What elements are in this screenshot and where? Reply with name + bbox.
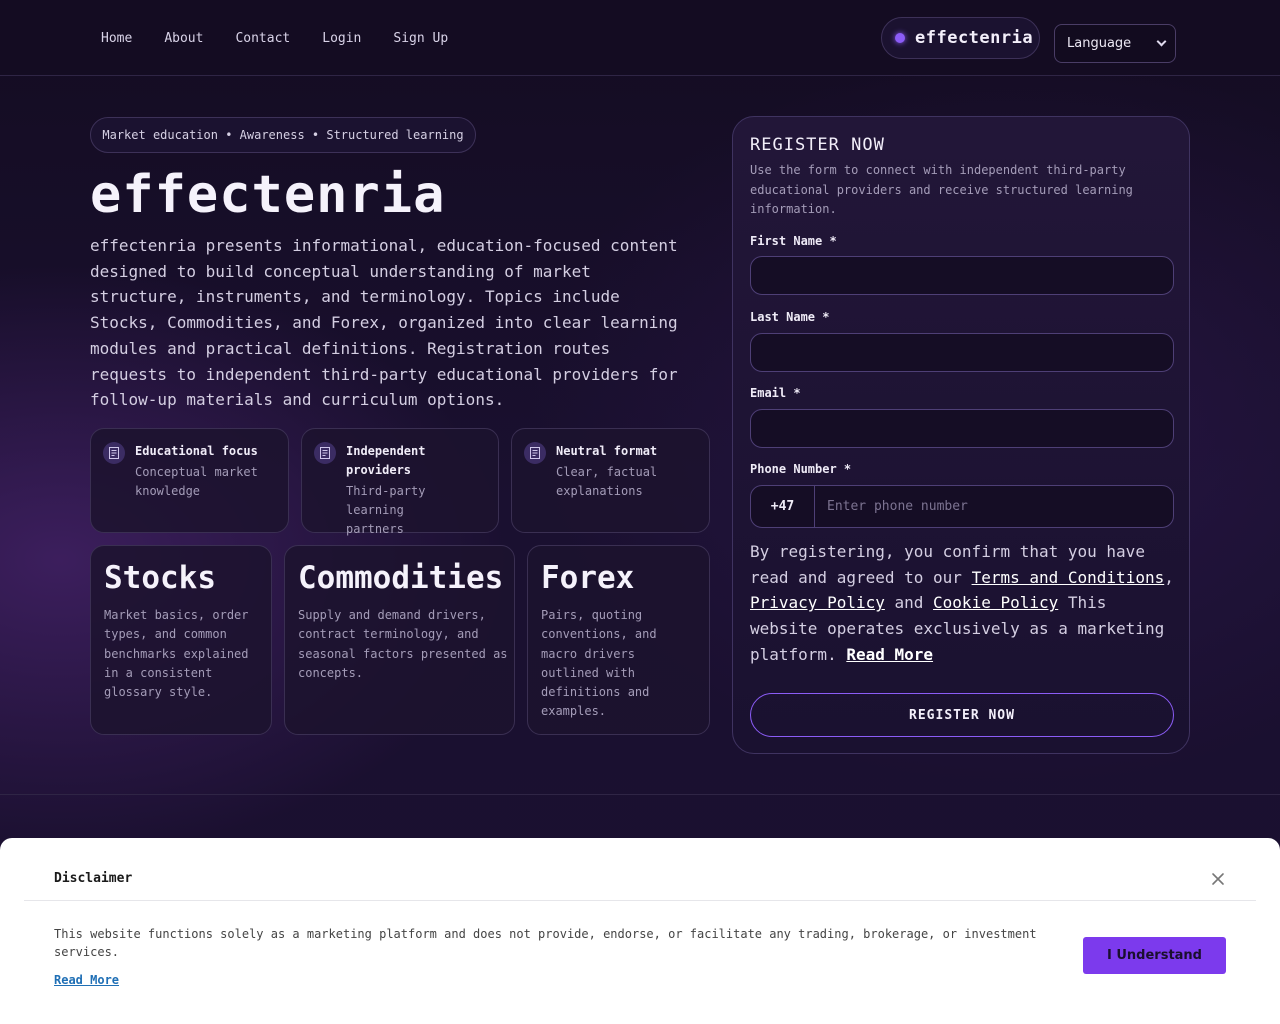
topic-card-commodities: Commodities Supply and demand drivers, c… xyxy=(284,545,515,735)
topic-description: Pairs, quoting conventions, and macro dr… xyxy=(541,608,657,719)
disclaimer-title: Disclaimer xyxy=(54,871,133,886)
register-title: REGISTER NOW xyxy=(750,135,885,155)
brand-dot-icon xyxy=(895,33,905,43)
read-more-link[interactable]: Read More xyxy=(846,645,933,664)
last-name-label: Last Name * xyxy=(750,310,830,324)
privacy-link[interactable]: Privacy Policy xyxy=(750,593,885,612)
consent-and: and xyxy=(884,593,934,613)
register-form-card: REGISTER NOW Use the form to connect wit… xyxy=(732,116,1190,754)
feature-title: Neutral format xyxy=(556,444,658,458)
phone-country-code[interactable]: +47 xyxy=(751,486,815,527)
nav-login-link[interactable]: Login xyxy=(322,30,361,48)
topic-description: Supply and demand drivers, contract term… xyxy=(298,608,508,680)
hero-description: effectenria presents informational, educ… xyxy=(90,236,678,410)
topic-title: Forex xyxy=(541,560,635,596)
language-select-label: Language xyxy=(1067,36,1132,51)
chevron-down-icon xyxy=(1156,36,1167,47)
phone-field-group: +47 Enter phone number xyxy=(750,485,1174,528)
nav-home-link[interactable]: Home xyxy=(101,30,132,48)
feature-card-independent-providers: Independent providers Third-party learni… xyxy=(301,428,499,536)
feature-description: Conceptual market knowledge xyxy=(135,465,258,498)
consent-text: By registering, you confirm that you hav… xyxy=(750,542,1174,664)
last-name-field[interactable] xyxy=(750,333,1174,372)
feature-description: Clear, factual explanations xyxy=(556,465,658,498)
feature-description: Third-party learning partners xyxy=(346,484,426,536)
feature-card-educational-focus: Educational focus Conceptual market know… xyxy=(90,428,289,533)
phone-field[interactable]: Enter phone number xyxy=(827,499,968,514)
first-name-field[interactable] xyxy=(750,256,1174,295)
brand-logo[interactable]: effectenria xyxy=(881,17,1040,59)
register-subtitle: Use the form to connect with independent… xyxy=(750,163,1133,216)
site-header: Home About Contact Login Sign Up effecte… xyxy=(0,0,1280,76)
email-label: Email * xyxy=(750,386,801,400)
topic-description: Market basics, order types, and common b… xyxy=(104,608,249,700)
feature-card-neutral-format: Neutral format Clear, factual explanatio… xyxy=(511,428,710,533)
close-icon[interactable] xyxy=(1210,871,1226,887)
feature-title: Educational focus xyxy=(135,444,258,458)
hero-tagline: Market education • Awareness • Structure… xyxy=(90,117,476,153)
topic-card-stocks: Stocks Market basics, order types, and c… xyxy=(90,545,272,735)
document-icon xyxy=(524,442,546,464)
nav-signup-link[interactable]: Sign Up xyxy=(393,30,448,48)
topic-card-forex: Forex Pairs, quoting conventions, and ma… xyxy=(527,545,710,735)
disclaimer-text: This website functions solely as a marke… xyxy=(54,927,1037,959)
disclaimer-divider xyxy=(24,900,1256,901)
topic-title: Commodities xyxy=(298,560,504,596)
nav-contact-link[interactable]: Contact xyxy=(235,30,290,48)
hero-title: effectenria xyxy=(90,165,446,225)
cookie-link[interactable]: Cookie Policy xyxy=(933,593,1058,612)
disclaimer-banner: Disclaimer This website functions solely… xyxy=(0,838,1280,1024)
section-divider xyxy=(0,794,1280,795)
main-nav: Home About Contact Login Sign Up xyxy=(101,30,448,48)
document-icon xyxy=(103,442,125,464)
understand-button[interactable]: I Understand xyxy=(1083,937,1226,974)
first-name-label: First Name * xyxy=(750,234,837,248)
topic-title: Stocks xyxy=(104,560,216,596)
feature-title: Independent providers xyxy=(346,444,426,477)
disclaimer-read-more-link[interactable]: Read More xyxy=(54,973,119,987)
terms-link[interactable]: Terms and Conditions xyxy=(972,568,1165,587)
language-select[interactable]: Language xyxy=(1054,24,1176,63)
brand-name: effectenria xyxy=(915,28,1034,48)
register-button[interactable]: REGISTER NOW xyxy=(750,693,1174,737)
phone-label: Phone Number * xyxy=(750,462,852,476)
email-field[interactable] xyxy=(750,409,1174,448)
nav-about-link[interactable]: About xyxy=(164,30,203,48)
document-icon xyxy=(314,442,336,464)
